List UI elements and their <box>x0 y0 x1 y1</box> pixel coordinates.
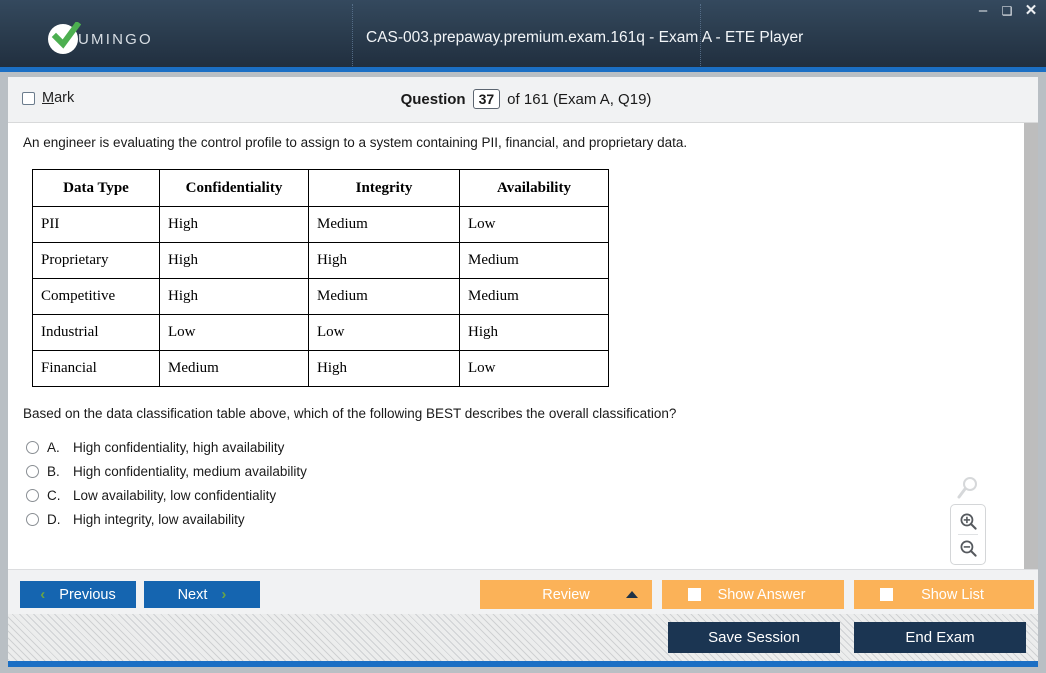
logo-circle-icon <box>48 22 81 54</box>
question-stem: An engineer is evaluating the control pr… <box>23 135 688 150</box>
option-letter-b: B. <box>47 463 60 479</box>
review-button-label: Review <box>542 586 590 603</box>
window-title: CAS-003.prepaway.premium.exam.161q - Exa… <box>366 29 804 46</box>
cell-data-type: Proprietary <box>32 242 160 279</box>
show-list-button[interactable]: Show List <box>854 580 1034 609</box>
table-row: Competitive High Medium Medium <box>32 278 609 315</box>
navigation-bar: ‹ Previous Next › Review Show Answer Sho… <box>8 569 1038 614</box>
show-list-checkbox[interactable] <box>880 588 893 601</box>
column-header-data-type: Data Type <box>32 169 160 207</box>
zoom-in-button[interactable] <box>954 508 982 534</box>
radio-button-a[interactable] <box>26 440 39 454</box>
cell-integrity: Low <box>308 314 460 351</box>
footer-bar: Save Session End Exam <box>8 614 1038 667</box>
answer-option-b[interactable]: B. High confidentiality, medium availabi… <box>26 459 307 483</box>
cell-confidentiality: High <box>159 278 309 315</box>
show-answer-label: Show Answer <box>717 586 806 603</box>
table-header-row: Data Type Confidentiality Integrity Avai… <box>32 169 609 207</box>
question-number-field[interactable]: 37 <box>472 89 501 109</box>
show-answer-checkbox[interactable] <box>688 588 701 601</box>
question-word: Question <box>400 90 466 108</box>
checkmark-icon <box>51 22 81 49</box>
magnifier-icon <box>957 477 977 499</box>
content-right-rail <box>1024 123 1038 569</box>
title-bar: UMINGO CAS-003.prepaway.premium.exam.161… <box>0 0 1046 72</box>
radio-button-b[interactable] <box>26 464 39 478</box>
zoom-controls <box>950 504 986 565</box>
ete-player-window: UMINGO CAS-003.prepaway.premium.exam.161… <box>0 0 1046 673</box>
table-row: Proprietary High High Medium <box>32 242 609 279</box>
show-answer-button[interactable]: Show Answer <box>662 580 844 609</box>
option-text-a: High confidentiality, high availability <box>73 439 285 455</box>
question-content-area: An engineer is evaluating the control pr… <box>8 123 1024 569</box>
option-text-c: Low availability, low confidentiality <box>73 487 277 503</box>
question-header-bar: Mark Question 37 of 161 (Exam A, Q19) <box>8 77 1038 123</box>
option-text-d: High integrity, low availability <box>73 511 245 527</box>
question-prompt: Based on the data classification table a… <box>23 406 677 421</box>
next-button-label: Next <box>177 586 208 603</box>
answer-option-a[interactable]: A. High confidentiality, high availabili… <box>26 435 307 459</box>
app-logo: UMINGO <box>48 22 153 54</box>
cell-integrity: Medium <box>308 206 460 243</box>
question-total-label: of 161 (Exam A, Q19) <box>507 90 652 108</box>
window-controls: – ❑ ✕ <box>976 3 1038 18</box>
chevron-left-icon: ‹ <box>40 586 46 603</box>
option-letter-d: D. <box>47 511 61 527</box>
column-header-availability: Availability <box>459 169 609 207</box>
zoom-out-icon <box>960 540 977 557</box>
cell-data-type: PII <box>32 206 160 243</box>
chevron-up-icon <box>626 591 638 598</box>
option-text-b: High confidentiality, medium availabilit… <box>73 463 307 479</box>
column-header-integrity: Integrity <box>308 169 460 207</box>
cell-availability: Medium <box>459 242 609 279</box>
radio-button-c[interactable] <box>26 488 39 502</box>
minimize-button[interactable]: – <box>976 3 990 18</box>
table-row: Industrial Low Low High <box>32 314 609 351</box>
cell-confidentiality: Medium <box>159 350 309 387</box>
close-button[interactable]: ✕ <box>1024 3 1038 18</box>
question-counter: Question 37 of 161 (Exam A, Q19) <box>8 89 1038 109</box>
cell-integrity: High <box>308 350 460 387</box>
previous-button[interactable]: ‹ Previous <box>20 581 136 608</box>
end-exam-button[interactable]: End Exam <box>854 622 1026 653</box>
option-letter-c: C. <box>47 487 61 503</box>
table-body: PII High Medium Low Proprietary High Hig… <box>32 206 609 387</box>
table-row: PII High Medium Low <box>32 206 609 243</box>
cell-availability: Medium <box>459 278 609 315</box>
logo-text: UMINGO <box>78 30 153 48</box>
cell-integrity: Medium <box>308 278 460 315</box>
cell-data-type: Competitive <box>32 278 160 315</box>
next-button[interactable]: Next › <box>144 581 260 608</box>
cell-data-type: Financial <box>32 350 160 387</box>
data-classification-table: Data Type Confidentiality Integrity Avai… <box>32 169 609 387</box>
answer-option-c[interactable]: C. Low availability, low confidentiality <box>26 483 307 507</box>
radio-button-d[interactable] <box>26 512 39 526</box>
answer-options: A. High confidentiality, high availabili… <box>26 435 307 531</box>
option-letter-a: A. <box>47 439 60 455</box>
cell-confidentiality: High <box>159 206 309 243</box>
cell-availability: High <box>459 314 609 351</box>
column-header-confidentiality: Confidentiality <box>159 169 309 207</box>
cell-confidentiality: Low <box>159 314 309 351</box>
cell-confidentiality: High <box>159 242 309 279</box>
show-list-label: Show List <box>921 586 984 603</box>
answer-option-d[interactable]: D. High integrity, low availability <box>26 507 307 531</box>
zoom-out-button[interactable] <box>954 535 982 561</box>
maximize-button[interactable]: ❑ <box>1000 4 1014 18</box>
cell-data-type: Industrial <box>32 314 160 351</box>
review-button[interactable]: Review <box>480 580 652 609</box>
cell-availability: Low <box>459 206 609 243</box>
cell-availability: Low <box>459 350 609 387</box>
save-session-button[interactable]: Save Session <box>668 622 840 653</box>
chevron-right-icon: › <box>221 586 227 603</box>
table-row: Financial Medium High Low <box>32 350 609 387</box>
cell-integrity: High <box>308 242 460 279</box>
zoom-in-icon <box>960 513 977 530</box>
titlebar-divider-left <box>352 4 354 68</box>
previous-button-label: Previous <box>59 586 116 603</box>
table-head: Data Type Confidentiality Integrity Avai… <box>32 169 609 207</box>
